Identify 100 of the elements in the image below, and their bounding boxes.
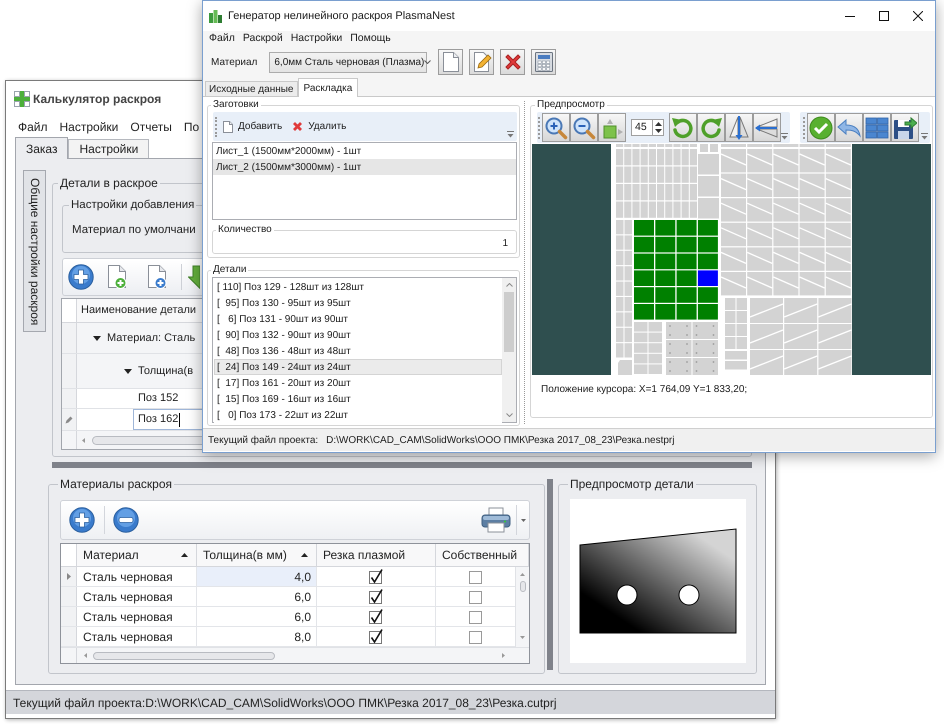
save-button[interactable] <box>891 113 919 142</box>
menu-item[interactable]: Отчеты <box>130 118 172 136</box>
mirror-triangle-icon <box>755 116 779 140</box>
rotate-left-button[interactable] <box>669 113 697 142</box>
expand-arrow-icon[interactable] <box>93 336 101 340</box>
document-plus-icon[interactable] <box>147 265 167 289</box>
checkbox[interactable] <box>468 568 484 584</box>
delete-button[interactable]: Удалить <box>290 116 348 138</box>
tab[interactable]: Заказ <box>15 137 68 159</box>
mirror-triangle-icon <box>727 114 751 140</box>
spin-down-icon[interactable] <box>654 129 662 134</box>
fit-button[interactable] <box>598 113 626 142</box>
checkbox[interactable] <box>368 608 384 624</box>
cell-edit-field[interactable]: Поз 162 <box>133 409 202 430</box>
edit-button[interactable] <box>469 49 494 75</box>
new-document-button[interactable] <box>438 49 464 75</box>
group-title: Предпросмотр детали <box>569 476 695 492</box>
delete-button[interactable] <box>500 49 526 75</box>
checkbox[interactable] <box>468 628 484 644</box>
scroll-down-icon[interactable] <box>520 636 525 639</box>
apply-button[interactable] <box>807 113 835 142</box>
field-label: Материал по умолчани <box>72 223 196 238</box>
group-title: Детали <box>212 263 248 277</box>
overflow-icon[interactable] <box>507 131 514 138</box>
angle-spinbox[interactable]: 45 <box>631 119 664 136</box>
column-header[interactable]: Толщина(в мм) <box>197 544 317 566</box>
status-bar: Текущий файл проекта:D:\WORK\CAD_CAM\SolidWorks\ООО ПМК\Резка 2017_08_23\Резка.cutprj <box>6 690 775 714</box>
row-label: Материал: Сталь <box>107 330 196 346</box>
scroll-left-icon[interactable] <box>82 438 85 442</box>
scrollbar-thumb[interactable] <box>93 652 275 660</box>
checkbox[interactable] <box>468 588 484 604</box>
undo-button[interactable] <box>835 113 863 142</box>
checkbox[interactable] <box>468 608 484 624</box>
caret-icon <box>424 60 432 64</box>
menu-item[interactable]: Настройки <box>60 118 118 136</box>
spin-up-icon[interactable] <box>654 122 662 126</box>
checkbox[interactable] <box>368 588 384 604</box>
delete-icon <box>504 53 522 71</box>
menu-item[interactable]: Файл <box>209 30 235 46</box>
row-header[interactable] <box>61 567 77 586</box>
vertical-scrollbar[interactable] <box>515 567 529 647</box>
column-header[interactable]: Резка плазмой <box>317 544 436 566</box>
minus-circle-icon[interactable] <box>113 507 139 533</box>
calculator-button[interactable] <box>531 49 556 75</box>
menu-item[interactable]: Помощь <box>350 30 391 46</box>
side-tab[interactable]: Общие настройки раскроя <box>23 170 46 332</box>
vertical-scrollbar[interactable] <box>502 278 516 422</box>
scrollbar-thumb[interactable] <box>504 292 514 352</box>
document-icon <box>223 120 233 132</box>
printer-icon[interactable] <box>481 507 511 533</box>
tree-row[interactable]: Толщина(в <box>77 354 202 388</box>
status-path: D:\WORK\CAD_CAM\SolidWorks\ООО ПМК\Резка 2017_08_23\Резка.nestprj <box>326 434 674 448</box>
tab[interactable]: Раскладка <box>298 78 358 97</box>
undo-arrow-icon <box>837 118 861 138</box>
scroll-up-icon[interactable] <box>506 283 512 287</box>
scrollbar-thumb[interactable] <box>520 581 526 592</box>
arrow-icon[interactable] <box>188 265 200 289</box>
flip-horizontal-button[interactable] <box>753 113 781 142</box>
plus-circle-icon[interactable] <box>68 264 94 290</box>
maximize-icon <box>879 11 889 21</box>
overflow-icon[interactable] <box>921 133 928 140</box>
scroll-down-icon[interactable] <box>506 413 512 417</box>
quantity-value: 1 <box>502 237 508 250</box>
add-button[interactable]: Добавить <box>221 116 284 138</box>
tab[interactable]: Исходные данные <box>205 81 298 96</box>
menu-item[interactable]: Файл <box>18 118 48 136</box>
rotate-right-button[interactable] <box>697 113 725 142</box>
list-item[interactable]: [ 24] Поз 149 - 24шт из 24шт <box>214 359 502 375</box>
plus-circle-icon[interactable] <box>69 507 95 533</box>
grip-handle[interactable] <box>215 116 217 136</box>
column-header[interactable]: Наименование детали <box>77 299 202 322</box>
scroll-left-icon[interactable] <box>84 653 87 658</box>
group-title: Предпросмотр <box>536 98 606 112</box>
grip-handle[interactable] <box>803 116 805 138</box>
caret-icon[interactable] <box>521 518 526 522</box>
overflow-icon[interactable] <box>781 133 788 140</box>
document-plus-icon[interactable] <box>107 265 127 289</box>
checkbox[interactable] <box>368 568 384 584</box>
scrollbar-thumb[interactable] <box>92 436 202 444</box>
column-header[interactable]: Материал <box>77 544 197 566</box>
scroll-right-icon[interactable] <box>502 653 505 658</box>
rotate-left-icon <box>671 116 695 140</box>
menu-item[interactable]: Настройки <box>290 30 342 46</box>
expand-arrow-icon[interactable] <box>124 368 132 374</box>
column-header[interactable]: Собственный <box>436 544 529 566</box>
scroll-up-icon[interactable] <box>520 573 525 576</box>
horizontal-scrollbar[interactable] <box>62 431 202 449</box>
row-header[interactable] <box>62 409 77 430</box>
checkbox[interactable] <box>368 628 384 644</box>
horizontal-scrollbar[interactable] <box>61 647 529 663</box>
flip-vertical-button[interactable] <box>725 113 753 142</box>
grid-button[interactable] <box>863 113 891 142</box>
grip-handle[interactable] <box>538 116 540 138</box>
list-item[interactable]: Лист_2 (1500мм*3000мм) - 1шт <box>213 159 516 175</box>
tree-row[interactable]: Материал: Сталь <box>77 323 202 353</box>
tab[interactable]: Настройки <box>68 139 150 158</box>
menu-item[interactable]: По <box>184 118 200 136</box>
zoom-in-button[interactable] <box>542 113 570 142</box>
menu-item[interactable]: Раскрой <box>242 30 283 46</box>
zoom-out-button[interactable] <box>570 113 598 142</box>
